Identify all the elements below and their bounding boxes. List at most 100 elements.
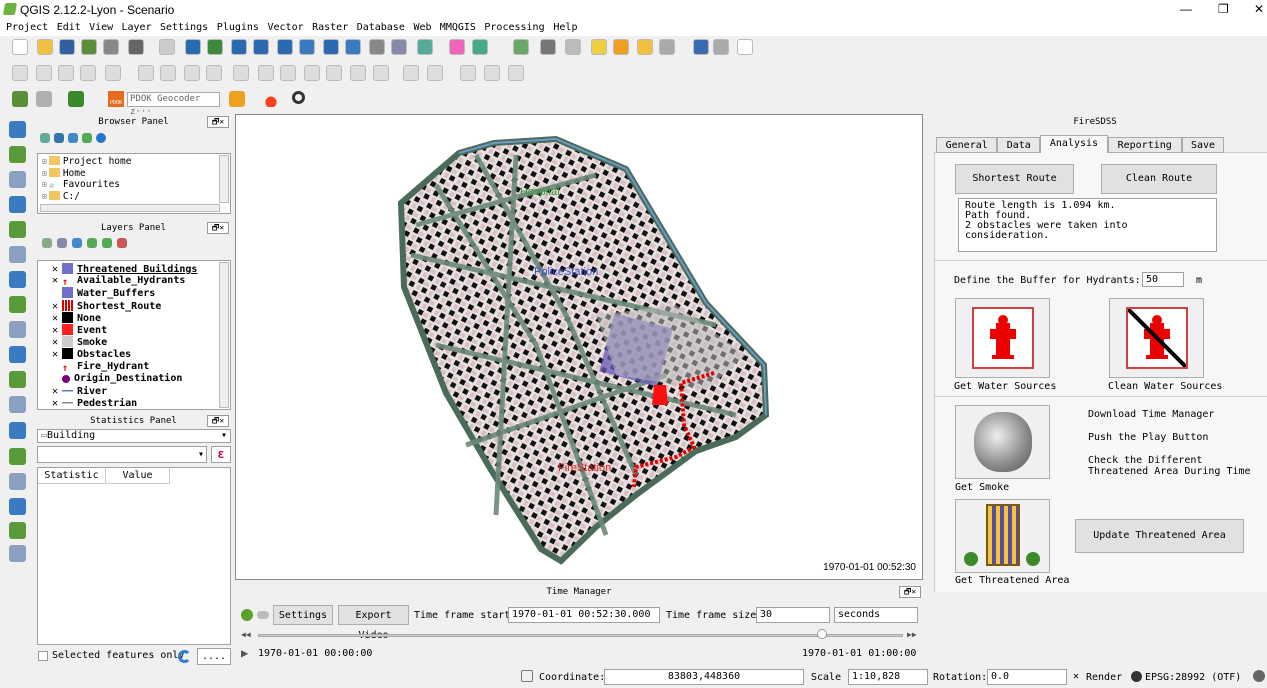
edit-pencil-icon[interactable] <box>12 65 28 81</box>
pan-selection-icon[interactable] <box>207 39 223 55</box>
cut-icon[interactable] <box>206 65 222 81</box>
layer-item[interactable]: ✕ River <box>40 385 107 397</box>
panel-close-icon[interactable]: 🗗✕ <box>899 586 921 598</box>
expand-icon[interactable]: ⊞ <box>42 157 47 166</box>
label-show-icon[interactable] <box>304 65 320 81</box>
clean-route-button[interactable]: Clean Route <box>1101 164 1217 194</box>
remove-icon[interactable] <box>117 238 127 248</box>
plugin-icon[interactable] <box>12 91 28 107</box>
layer-visibility-checkbox[interactable]: ✕ <box>52 313 62 325</box>
collapse-icon[interactable] <box>82 133 92 143</box>
scale-field[interactable]: 1:10,828 <box>848 669 928 685</box>
add-mssql-icon[interactable] <box>9 246 26 263</box>
menu-vector[interactable]: Vector <box>268 20 304 36</box>
play-button[interactable]: ▶ <box>241 646 248 660</box>
digitize-icon[interactable] <box>9 473 26 490</box>
layer-visibility-checkbox[interactable]: ✕ <box>52 349 62 361</box>
close-button[interactable]: ✕ <box>1254 2 1264 16</box>
maximize-button[interactable]: ❐ <box>1218 2 1229 16</box>
filter-icon[interactable] <box>72 238 82 248</box>
time-size-input[interactable]: 30 <box>756 607 830 623</box>
browser-scrollbar-h[interactable] <box>40 204 220 212</box>
add-gpx-icon[interactable] <box>9 396 26 413</box>
move-feature-icon[interactable] <box>138 65 154 81</box>
more-icon[interactable] <box>403 65 419 81</box>
map-svg[interactable]: Hospital PoliceStation FireStation <box>236 115 923 580</box>
browser-item[interactable]: ⊞ ☆ Favourites <box>42 179 120 191</box>
update-threatened-area-button[interactable]: Update Threatened Area <box>1075 519 1244 553</box>
new-project-icon[interactable] <box>12 39 28 55</box>
tool-icon[interactable] <box>484 65 500 81</box>
undo-icon[interactable] <box>508 65 524 81</box>
processing-icon[interactable] <box>9 545 26 562</box>
refresh-icon[interactable] <box>178 650 191 663</box>
attribute-table-icon[interactable] <box>540 39 556 55</box>
panel-close-icon[interactable]: 🗗✕ <box>207 222 229 234</box>
panel-close-icon[interactable]: 🗗✕ <box>207 116 229 128</box>
compose-icon[interactable] <box>128 39 144 55</box>
add-wfs-icon[interactable] <box>9 321 26 338</box>
buffer-input[interactable]: 50 <box>1142 272 1184 287</box>
label-change-icon[interactable] <box>373 65 389 81</box>
help-icon[interactable] <box>713 39 729 55</box>
zoom-last-icon[interactable] <box>369 39 385 55</box>
menu-database[interactable]: Database <box>357 20 405 36</box>
layers-scrollbar[interactable] <box>219 262 229 408</box>
coordinate-field[interactable]: 83803,448360 <box>604 669 804 685</box>
rewind-icon[interactable]: ◀◀ <box>241 630 251 639</box>
add-wms-icon[interactable] <box>9 221 26 238</box>
menu-edit[interactable]: Edit <box>57 20 81 36</box>
digitize-icon[interactable] <box>105 65 121 81</box>
selected-only-checkbox[interactable] <box>38 651 48 661</box>
menu-raster[interactable]: Raster <box>312 20 348 36</box>
zoom-full-icon[interactable] <box>299 39 315 55</box>
zoom-in-icon[interactable] <box>231 39 247 55</box>
expand-icon[interactable]: ⊞ <box>42 180 47 189</box>
stats-field-select[interactable]: ▾ <box>37 446 207 463</box>
zoom-actual-icon[interactable] <box>277 39 293 55</box>
expression-button[interactable]: ε <box>211 446 231 463</box>
time-slider-handle[interactable] <box>817 629 828 639</box>
messages-icon[interactable] <box>1253 670 1265 682</box>
panel-close-icon[interactable]: 🗗✕ <box>207 415 229 427</box>
geocoder-input[interactable]: PDOK Geocoder z··· <box>127 92 220 117</box>
export-video-button[interactable]: Export Video <box>338 605 409 641</box>
layer-item[interactable]: ✕ Smoke <box>40 336 107 348</box>
layer-item[interactable]: ✕ Event <box>40 324 107 336</box>
field-calc-icon[interactable] <box>565 39 581 55</box>
layer-item[interactable]: Water_Buffers <box>40 287 155 299</box>
tab-analysis[interactable]: Analysis <box>1040 135 1108 153</box>
collapse-icon[interactable] <box>102 238 112 248</box>
node-tool-icon[interactable] <box>160 65 176 81</box>
measure-icon[interactable] <box>613 39 629 55</box>
annotation-icon[interactable] <box>693 39 709 55</box>
refresh-icon[interactable] <box>417 39 433 55</box>
menu-help[interactable]: Help <box>553 20 577 36</box>
layer-visibility-checkbox[interactable]: ✕ <box>52 325 62 337</box>
menu-view[interactable]: View <box>89 20 113 36</box>
layer-item[interactable]: ✕ Shortest_Route <box>40 299 161 313</box>
clean-water-sources-button[interactable] <box>1109 298 1204 378</box>
add-spatialite-icon[interactable] <box>9 196 26 213</box>
tab-data[interactable]: Data <box>997 137 1041 153</box>
filter-icon[interactable] <box>68 133 78 143</box>
select-icon[interactable] <box>472 39 488 55</box>
browser-item[interactable]: ⊞ Project home <box>42 156 131 167</box>
pan-icon[interactable] <box>159 39 175 55</box>
tab-save[interactable]: Save <box>1181 137 1225 153</box>
menu-project[interactable]: Project <box>6 20 48 36</box>
statistics-icon[interactable] <box>591 39 607 55</box>
minimize-button[interactable]: — <box>1180 2 1192 16</box>
add-icon[interactable] <box>40 133 50 143</box>
split-icon[interactable] <box>9 498 26 515</box>
expand-icon[interactable]: ⊞ <box>42 169 47 178</box>
delete-icon[interactable] <box>184 65 200 81</box>
map-canvas[interactable]: Hospital PoliceStation FireStation 1970-… <box>235 114 923 580</box>
forward-icon[interactable]: ▶▶ <box>907 630 917 639</box>
coordinate-icon[interactable] <box>521 670 533 682</box>
label-icon[interactable] <box>258 65 274 81</box>
eye-icon[interactable] <box>42 238 52 248</box>
menu-web[interactable]: Web <box>414 20 432 36</box>
layer-visibility-checkbox[interactable]: ✕ <box>52 301 62 313</box>
zoom-out-icon[interactable] <box>253 39 269 55</box>
